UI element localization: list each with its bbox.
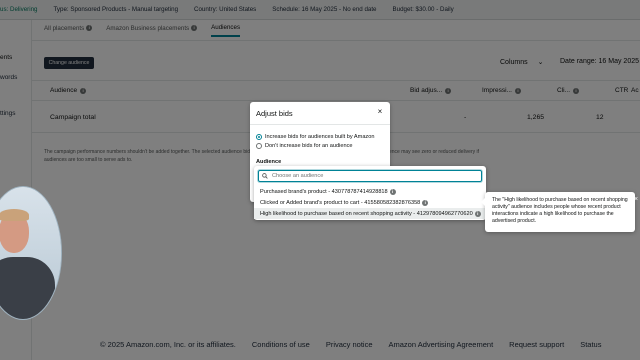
audience-info-tooltip: The "High likelihood to purchase based o… xyxy=(481,192,635,232)
option-label: Purchased brand's product - 430778787414… xyxy=(260,188,388,195)
webcam-person-body xyxy=(0,257,55,319)
radio-label: Increase bids for audiences built by Ama… xyxy=(265,134,375,140)
radio-increase-bids[interactable]: Increase bids for audiences built by Ama… xyxy=(256,134,374,140)
audience-dropdown: Purchased brand's product - 430778787414… xyxy=(254,166,486,220)
webcam-person-hair xyxy=(0,209,29,221)
audience-option[interactable]: Clicked or Added brand's product to cart… xyxy=(254,197,486,208)
option-label: Clicked or Added brand's product to cart… xyxy=(260,199,421,206)
radio-label: Don't increase bids for an audience xyxy=(265,143,353,149)
audience-search-input[interactable] xyxy=(272,173,472,179)
info-icon[interactable]: i xyxy=(422,199,429,206)
option-label: High likelihood to purchase based on rec… xyxy=(260,210,473,217)
close-icon[interactable]: × xyxy=(376,108,384,116)
close-icon[interactable]: × xyxy=(634,196,638,203)
dialog-divider xyxy=(250,124,390,125)
info-icon[interactable]: i xyxy=(474,210,481,217)
tooltip-text: The "High likelihood to purchase based o… xyxy=(492,197,628,224)
dialog-title: Adjust bids xyxy=(256,109,293,118)
search-icon xyxy=(262,173,268,179)
radio-dont-increase-bids[interactable]: Don't increase bids for an audience xyxy=(256,143,353,149)
audience-option-hovered[interactable]: High likelihood to purchase based on rec… xyxy=(254,208,486,219)
radio-button-selected[interactable] xyxy=(256,134,262,140)
radio-button[interactable] xyxy=(256,143,262,149)
info-icon[interactable]: i xyxy=(389,188,396,195)
audience-option[interactable]: Purchased brand's product - 430778787414… xyxy=(254,186,486,197)
audience-label: Audience xyxy=(256,159,282,165)
audience-search-field[interactable] xyxy=(258,170,482,182)
webcam-overlay xyxy=(0,186,62,320)
